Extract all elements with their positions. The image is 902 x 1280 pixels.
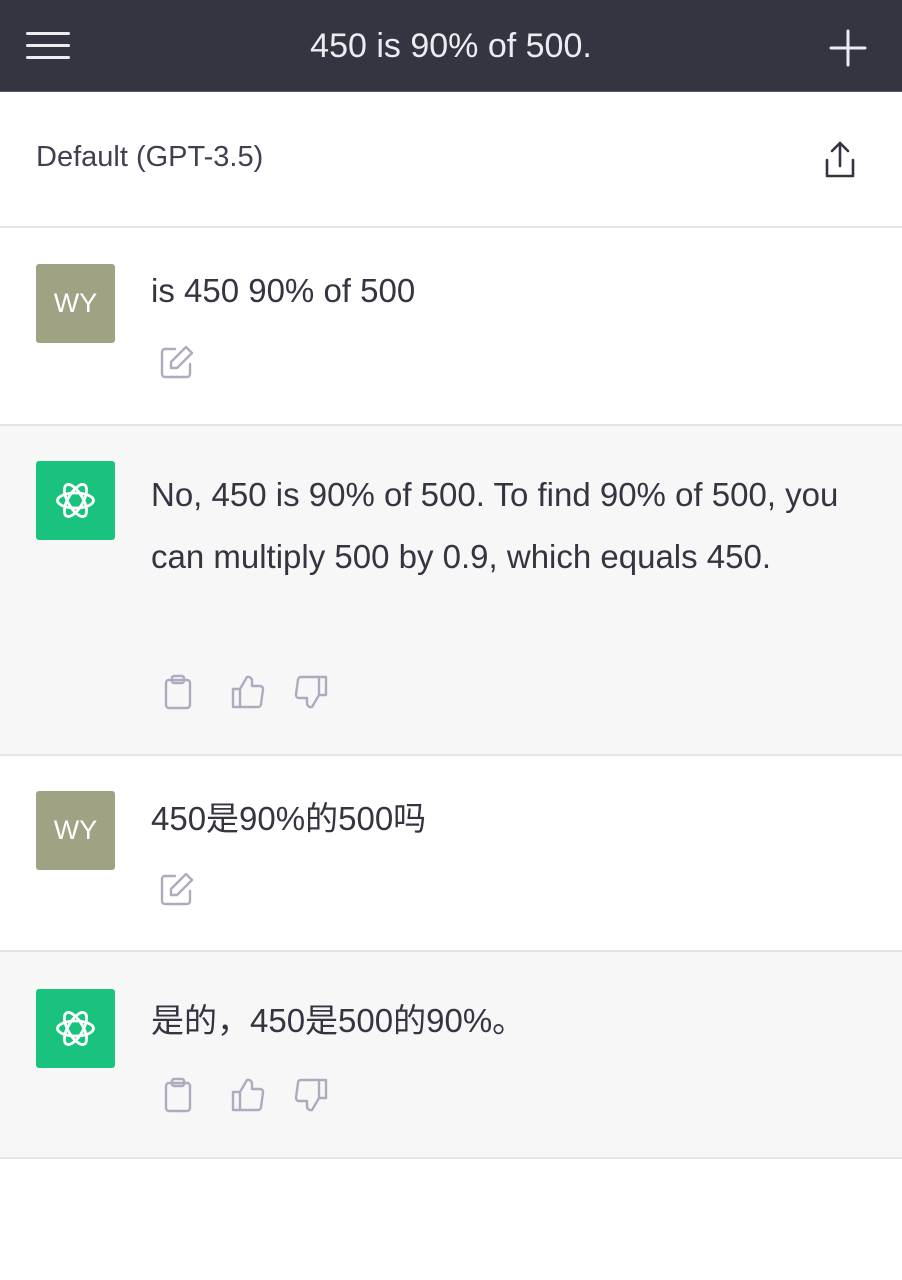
assistant-message-row: 是的，450是500的90%。 — [0, 952, 902, 1159]
user-avatar: WY — [36, 791, 115, 870]
assistant-message-text: No, 450 is 90% of 500. To find 90% of 50… — [151, 476, 839, 575]
assistant-message-text: 是的，450是500的90%。 — [151, 1002, 526, 1039]
user-message-text: 450是90%的500吗 — [151, 800, 427, 837]
clipboard-icon[interactable] — [160, 1077, 196, 1113]
edit-icon[interactable] — [159, 344, 195, 380]
thumbs-down-icon[interactable] — [293, 674, 329, 710]
clipboard-icon[interactable] — [160, 674, 196, 710]
openai-logo-icon — [36, 989, 115, 1068]
model-label[interactable]: Default (GPT-3.5) — [36, 141, 263, 174]
share-icon[interactable] — [820, 138, 860, 182]
user-avatar: WY — [36, 264, 115, 343]
plus-icon[interactable] — [828, 28, 868, 68]
openai-logo-icon — [36, 461, 115, 540]
user-message-row: WY is 450 90% of 500 — [0, 228, 902, 426]
conversation-title: 450 is 90% of 500. — [310, 27, 592, 65]
thumbs-down-icon[interactable] — [293, 1077, 329, 1113]
thumbs-up-icon[interactable] — [230, 674, 266, 710]
top-bar: 450 is 90% of 500. — [0, 0, 902, 92]
model-bar: Default (GPT-3.5) — [0, 92, 902, 228]
hamburger-menu-icon[interactable] — [26, 28, 72, 64]
assistant-message-row: No, 450 is 90% of 500. To find 90% of 50… — [0, 426, 902, 756]
edit-icon[interactable] — [159, 871, 195, 907]
user-message-row: WY 450是90%的500吗 — [0, 756, 902, 952]
thumbs-up-icon[interactable] — [230, 1077, 266, 1113]
user-message-text: is 450 90% of 500 — [151, 272, 416, 309]
